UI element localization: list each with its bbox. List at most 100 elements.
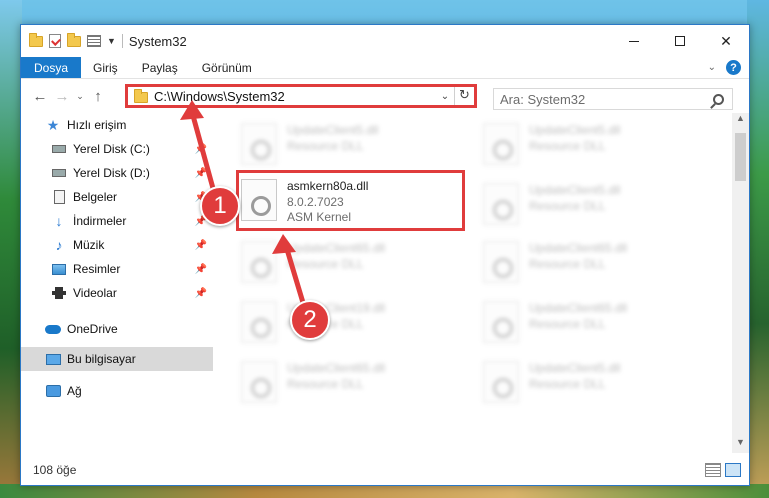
file-list: UpdateClient5.dll Resource DLL UpdateCli… (213, 113, 749, 453)
quick-access-toolbar: ▼ (29, 32, 116, 48)
sidebar-item-documents[interactable]: Belgeler 📌 (21, 185, 213, 209)
callout-badge-2: 2 (290, 300, 330, 340)
title-bar: ▼ System32 ✕ (21, 25, 749, 57)
item-count: 108 öğe (33, 463, 77, 477)
address-bar[interactable]: C:\Windows\System32 ⌄ ↻ (125, 84, 477, 108)
file-description: Resource DLL (529, 317, 606, 331)
file-description: Resource DLL (529, 199, 606, 213)
pin-icon[interactable]: 📌 (195, 288, 207, 299)
customize-toolbar-icon[interactable]: ▼ (107, 36, 116, 46)
dll-file-icon (483, 361, 519, 403)
sidebar-item-pictures[interactable]: Resimler 📌 (21, 257, 213, 281)
new-folder-icon[interactable] (67, 32, 81, 47)
file-name: UpdateClient65.dll (287, 241, 386, 255)
file-description: Resource DLL (287, 377, 364, 391)
back-button[interactable]: ← (29, 88, 51, 105)
list-item[interactable]: UpdateClient19.dll Resource DLL (241, 297, 481, 349)
computer-icon (45, 352, 61, 366)
tab-file[interactable]: Dosya (21, 57, 82, 78)
list-item[interactable]: UpdateClient65.dll Resource DLL (241, 237, 481, 289)
close-button[interactable]: ✕ (703, 25, 749, 57)
search-input[interactable]: Ara: System32 (493, 88, 733, 110)
download-icon: ↓ (55, 213, 63, 229)
scroll-thumb[interactable] (735, 133, 746, 181)
music-icon: ♪ (55, 237, 63, 253)
tab-home[interactable]: Giriş (81, 57, 130, 78)
scroll-down-icon[interactable]: ▼ (732, 437, 749, 453)
list-item[interactable]: UpdateClient5.dll Resource DLL (241, 119, 481, 171)
list-item[interactable]: UpdateClient65.dll Resource DLL (241, 357, 481, 409)
folder-icon[interactable] (29, 32, 43, 47)
dll-file-icon (483, 183, 519, 225)
maximize-button[interactable] (657, 25, 703, 57)
document-icon (51, 190, 67, 204)
sidebar-item-onedrive[interactable]: OneDrive (21, 317, 213, 341)
recent-locations-button[interactable]: ⌄ (73, 91, 87, 102)
expand-ribbon-icon[interactable]: ⌄ (708, 62, 716, 73)
file-highlight-box (236, 170, 465, 231)
sidebar-item-local-disk-d[interactable]: Yerel Disk (D:) 📌 (21, 161, 213, 185)
details-view-icon[interactable] (705, 463, 721, 477)
view-icon[interactable] (87, 35, 101, 47)
file-name: UpdateClient5.dll (529, 361, 621, 375)
sidebar-item-network[interactable]: Ağ (21, 379, 213, 403)
title-separator (121, 34, 123, 48)
tab-view[interactable]: Görünüm (190, 57, 264, 78)
minimize-button[interactable] (611, 25, 657, 57)
network-icon (45, 384, 61, 398)
properties-icon[interactable] (49, 34, 61, 48)
scroll-up-icon[interactable]: ▲ (732, 113, 749, 129)
dll-file-icon (241, 361, 277, 403)
vertical-scrollbar[interactable]: ▲ ▼ (732, 113, 749, 453)
ribbon-tabs: Dosya Giriş Paylaş Görünüm ⌄ ? (21, 57, 749, 79)
address-dropdown-icon[interactable]: ⌄ (436, 91, 454, 102)
dll-file-icon (483, 123, 519, 165)
tab-share[interactable]: Paylaş (130, 57, 190, 78)
sidebar-item-label: Ağ (67, 384, 82, 398)
sidebar-item-quick-access[interactable]: ★ Hızlı erişim (21, 113, 213, 137)
list-item[interactable]: UpdateClient5.dll Resource DLL (483, 119, 723, 171)
sidebar-item-downloads[interactable]: ↓ İndirmeler 📌 (21, 209, 213, 233)
address-path[interactable]: C:\Windows\System32 (154, 89, 436, 104)
list-item[interactable]: UpdateClient5.dll Resource DLL (483, 179, 723, 231)
sidebar-item-music[interactable]: ♪ Müzik 📌 (21, 233, 213, 257)
maximize-icon (675, 36, 685, 46)
file-description: Resource DLL (287, 139, 364, 153)
pin-icon[interactable]: 📌 (195, 240, 207, 251)
dll-file-icon (241, 123, 277, 165)
disk-icon (51, 142, 67, 156)
pin-icon[interactable]: 📌 (195, 144, 207, 155)
videos-icon (51, 286, 67, 300)
file-description: Resource DLL (529, 257, 606, 271)
sidebar-item-local-disk-c[interactable]: Yerel Disk (C:) 📌 (21, 137, 213, 161)
pin-icon[interactable]: 📌 (195, 168, 207, 179)
desktop-background-left (0, 0, 22, 498)
file-name: UpdateClient65.dll (287, 361, 386, 375)
refresh-button[interactable]: ↻ (454, 87, 474, 105)
list-item[interactable]: UpdateClient65.dll Resource DLL (483, 237, 723, 289)
file-description: Resource DLL (287, 257, 364, 271)
star-icon: ★ (46, 116, 60, 133)
dll-file-icon (241, 301, 277, 343)
sidebar-item-this-pc[interactable]: Bu bilgisayar (21, 347, 213, 371)
file-name: UpdateClient65.dll (529, 301, 628, 315)
pin-icon[interactable]: 📌 (195, 264, 207, 275)
file-name: UpdateClient5.dll (529, 123, 621, 137)
list-item[interactable]: UpdateClient65.dll Resource DLL (483, 297, 723, 349)
tiles-view-icon[interactable] (725, 463, 741, 477)
file-name: UpdateClient5.dll (529, 183, 621, 197)
folder-icon (134, 89, 148, 103)
callout-badge-1: 1 (200, 186, 240, 226)
file-name: UpdateClient5.dll (287, 123, 379, 137)
dll-file-icon (483, 241, 519, 283)
sidebar-item-videos[interactable]: Videolar 📌 (21, 281, 213, 305)
sidebar-item-label: Videolar (73, 286, 117, 300)
ribbon-right-controls: ⌄ ? (708, 60, 741, 75)
explorer-window: ▼ System32 ✕ Dosya Giriş Paylaş Görünüm … (20, 24, 750, 486)
help-icon[interactable]: ? (726, 60, 741, 75)
list-item[interactable]: UpdateClient5.dll Resource DLL (483, 357, 723, 409)
close-icon: ✕ (720, 32, 732, 49)
forward-button[interactable]: → (51, 88, 73, 105)
up-button[interactable]: ↑ (87, 88, 109, 105)
main-area: ★ Hızlı erişim Yerel Disk (C:) 📌 Yerel D… (21, 113, 749, 453)
